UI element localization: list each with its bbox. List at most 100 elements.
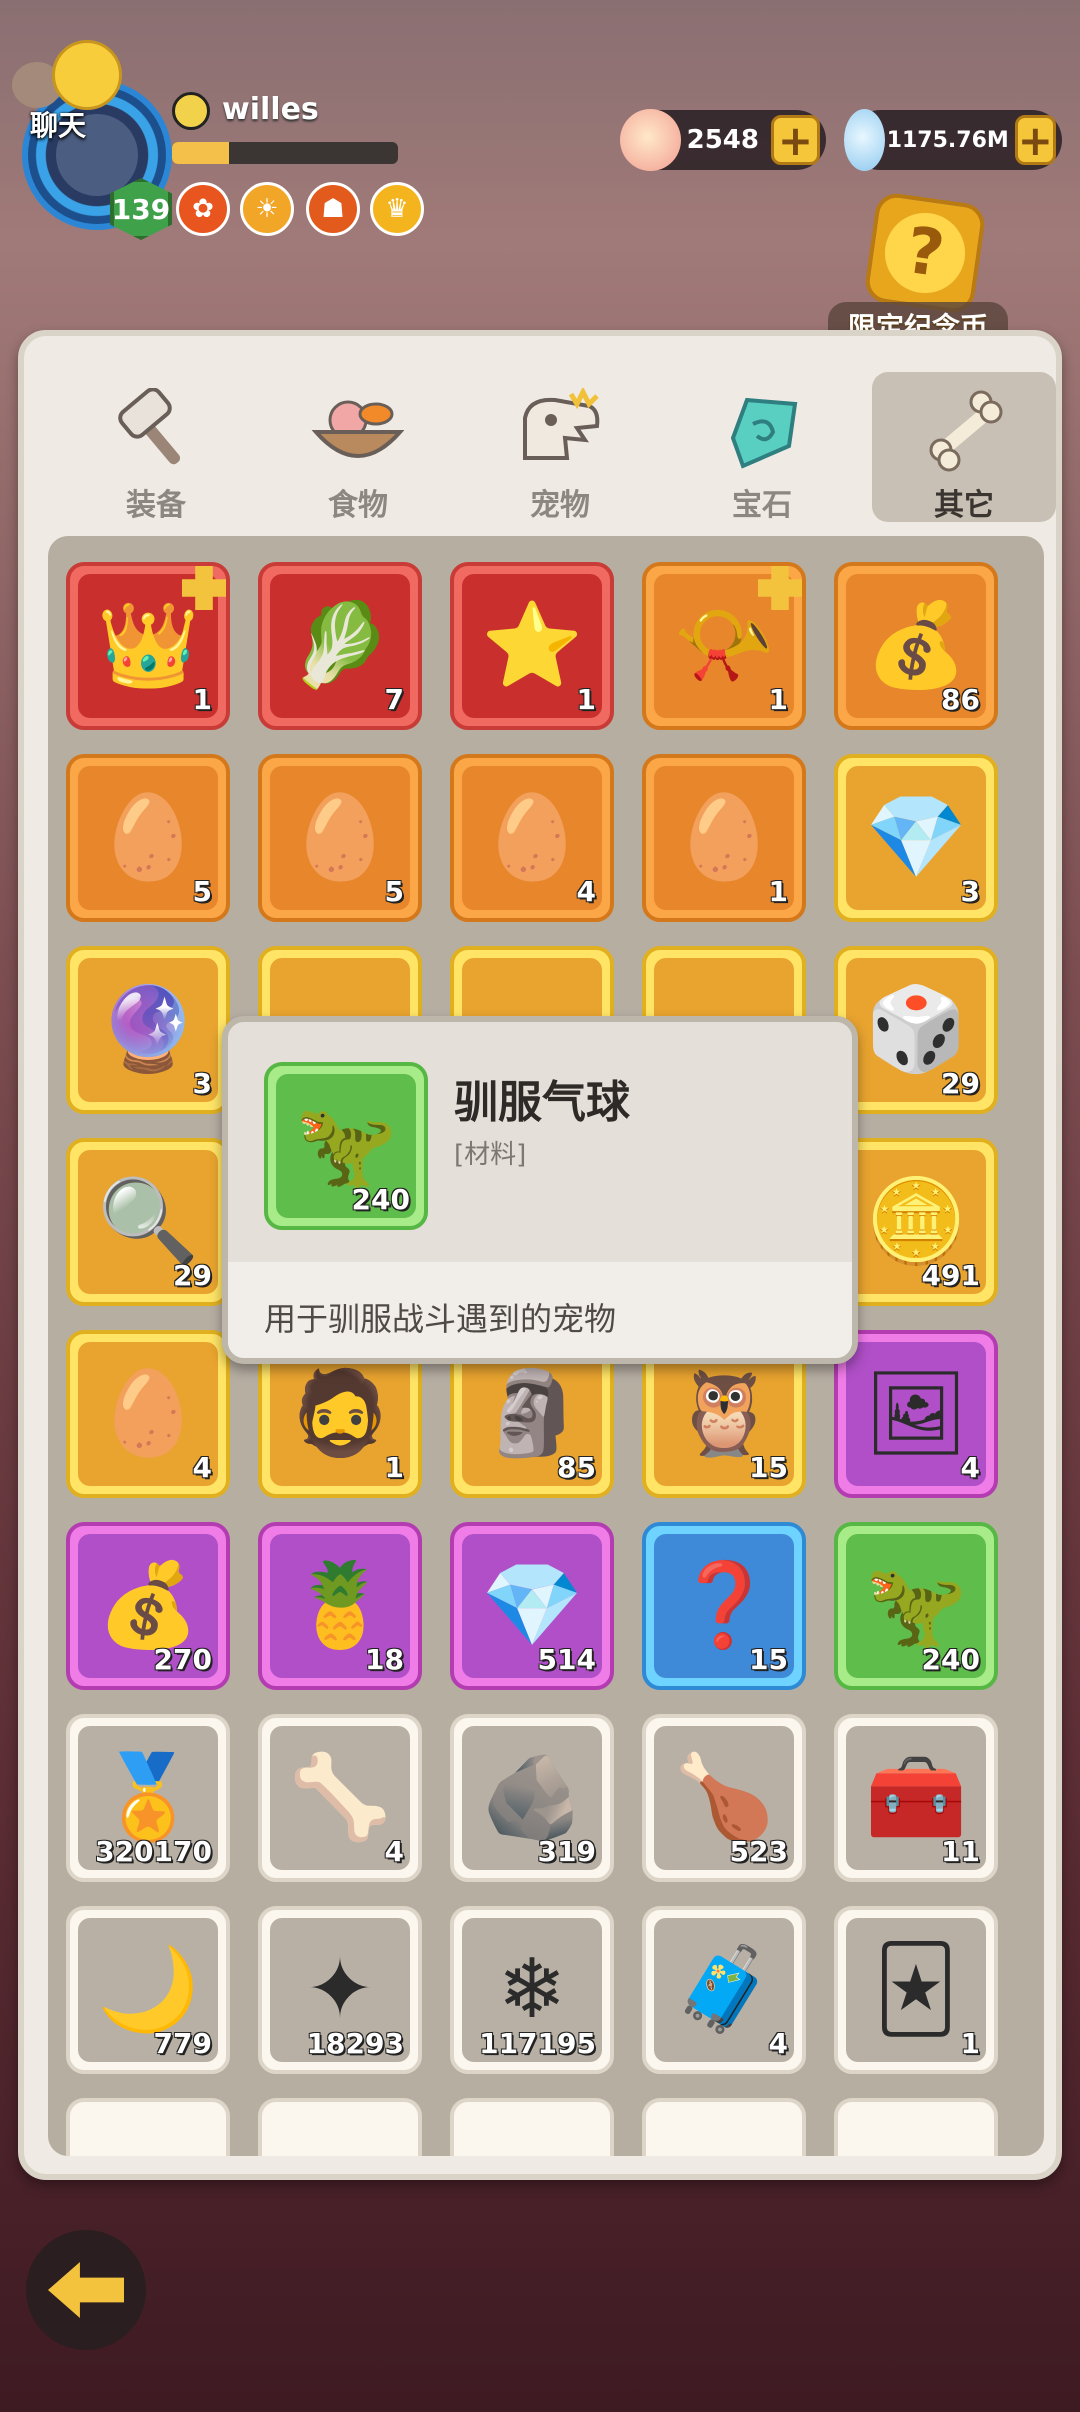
item-count: 4: [768, 2027, 788, 2060]
inventory-item-slot[interactable]: 🧳 4: [642, 1906, 806, 2074]
item-count: 3: [960, 875, 980, 908]
item-count: 15: [749, 1643, 788, 1676]
inventory-item-slot[interactable]: [834, 2098, 998, 2156]
user-emote-icon: [172, 92, 210, 130]
back-button[interactable]: [26, 2230, 146, 2350]
inventory-item-slot[interactable]: 🥬 7: [258, 562, 422, 730]
tab-equipment[interactable]: 装备: [64, 372, 248, 523]
inventory-item-slot[interactable]: ❄ 117195: [450, 1906, 614, 2074]
food-bowl-icon: [308, 386, 408, 476]
top-bar: 聊天 139 willes ✿ ☀ ☗ ♛ 2548 + 1175.76M + …: [0, 0, 1080, 350]
inventory-item-slot[interactable]: 🪨 319: [450, 1714, 614, 1882]
inventory-item-slot[interactable]: [258, 2098, 422, 2156]
gem-icon: [712, 386, 812, 476]
item-count: 240: [921, 1643, 980, 1676]
tab-gems[interactable]: 宝石: [670, 372, 854, 523]
inventory-item-slot[interactable]: 🥚 5: [66, 754, 230, 922]
tab-label: 宠物: [530, 488, 590, 523]
chat-label[interactable]: 聊天: [30, 104, 86, 144]
inventory-item-slot[interactable]: 🧰 11: [834, 1714, 998, 1882]
buff-icon-2[interactable]: ☀: [240, 182, 294, 236]
tooltip-item-count: 240: [351, 1183, 410, 1216]
inventory-item-slot[interactable]: 🌙 779: [66, 1906, 230, 2074]
add-gem-button[interactable]: +: [1014, 115, 1056, 165]
shell-currency: 2548 +: [620, 109, 826, 171]
item-count: 779: [153, 2027, 212, 2060]
tab-label: 食物: [328, 488, 388, 523]
gem-currency: 1175.76M +: [844, 109, 1062, 171]
item-count: 4: [384, 1835, 404, 1868]
item-count: 3: [192, 1067, 212, 1100]
tab-label: 装备: [126, 488, 186, 523]
inventory-item-slot[interactable]: 🖼 4: [834, 1330, 998, 1498]
inventory-item-slot[interactable]: 📯 1: [642, 562, 806, 730]
inventory-item-slot[interactable]: [642, 2098, 806, 2156]
inventory-item-slot[interactable]: [450, 2098, 614, 2156]
item-count: 29: [941, 1067, 980, 1100]
inventory-item-slot[interactable]: 🍍 18: [258, 1522, 422, 1690]
tooltip-item-type: [材料]: [454, 1140, 527, 1170]
item-count: 1: [576, 683, 596, 716]
tab-others[interactable]: 其它: [872, 372, 1056, 523]
tab-food[interactable]: 食物: [266, 372, 450, 523]
item-count: 319: [537, 1835, 596, 1868]
inventory-item-slot[interactable]: ✦ 18293: [258, 1906, 422, 2074]
tooltip-item-description: 用于驯服战斗遇到的宠物: [264, 1300, 617, 1338]
buff-icon-1[interactable]: ✿: [176, 182, 230, 236]
tooltip-item-slot: 🦖 240: [264, 1062, 428, 1230]
item-count: 491: [921, 1259, 980, 1292]
item-count: 5: [192, 875, 212, 908]
inventory-item-slot[interactable]: 👑 1: [66, 562, 230, 730]
inventory-item-slot[interactable]: 🥚 1: [642, 754, 806, 922]
inventory-item-slot[interactable]: 🥚 5: [258, 754, 422, 922]
inventory-item-slot[interactable]: 🏅 320170: [66, 1714, 230, 1882]
item-count: 1: [192, 683, 212, 716]
tab-label: 其它: [934, 488, 994, 523]
limited-coin-button[interactable]: ? 限定纪念币: [828, 190, 1008, 350]
inventory-item-slot[interactable]: 💰 86: [834, 562, 998, 730]
item-count: 117195: [479, 2027, 596, 2060]
item-count: 86: [941, 683, 980, 716]
item-count: 4: [576, 875, 596, 908]
inventory-item-slot[interactable]: 💎 514: [450, 1522, 614, 1690]
item-count: 1: [768, 875, 788, 908]
item-count: 11: [941, 1835, 980, 1868]
question-coin-icon: ?: [862, 190, 988, 316]
inventory-item-slot[interactable]: 💎 3: [834, 754, 998, 922]
item-count: 320170: [95, 1835, 212, 1868]
inventory-item-slot[interactable]: 🦴 4: [258, 1714, 422, 1882]
inventory-item-slot[interactable]: 🃏 1: [834, 1906, 998, 2074]
inventory-item-slot[interactable]: 🍗 523: [642, 1714, 806, 1882]
item-count: 18: [365, 1643, 404, 1676]
inventory-item-slot[interactable]: 🪙 491: [834, 1138, 998, 1306]
inventory-item-slot[interactable]: 💰 270: [66, 1522, 230, 1690]
item-count: 4: [192, 1451, 212, 1484]
inventory-item-slot[interactable]: 🦖 240: [834, 1522, 998, 1690]
bone-icon: [914, 386, 1014, 476]
item-tooltip: 🦖 240 驯服气球 [材料] 用于驯服战斗遇到的宠物: [222, 1016, 858, 1364]
tab-label: 宝石: [732, 488, 792, 523]
inventory-item-slot[interactable]: 🔮 3: [66, 946, 230, 1114]
crown-buff-icon[interactable]: ♛: [370, 182, 424, 236]
shell-icon: [620, 109, 681, 171]
shell-amount: 2548: [686, 125, 759, 155]
gem-icon: [844, 109, 885, 171]
inventory-item-slot[interactable]: 🎲 29: [834, 946, 998, 1114]
add-shell-button[interactable]: +: [770, 115, 820, 165]
category-tabs: 装备 食物 宠物 宝石 其它: [64, 372, 1056, 523]
inventory-item-slot[interactable]: ⭐ 1: [450, 562, 614, 730]
item-count: 1: [768, 683, 788, 716]
inventory-item-slot[interactable]: 🥚 4: [450, 754, 614, 922]
inventory-item-slot[interactable]: [66, 2098, 230, 2156]
inventory-item-slot[interactable]: 🔍 29: [66, 1138, 230, 1306]
inventory-item-slot[interactable]: ❓ 15: [642, 1522, 806, 1690]
item-count: 18293: [306, 2027, 404, 2060]
hammer-icon: [106, 386, 206, 476]
inventory-item-slot[interactable]: 🥚 4: [66, 1330, 230, 1498]
item-count: 5: [384, 875, 404, 908]
tab-pets[interactable]: 宠物: [468, 372, 652, 523]
back-arrow-icon: [48, 2262, 124, 2318]
buff-icon-3[interactable]: ☗: [306, 182, 360, 236]
tooltip-item-name: 驯服气球: [454, 1077, 630, 1128]
item-count: 29: [173, 1259, 212, 1292]
